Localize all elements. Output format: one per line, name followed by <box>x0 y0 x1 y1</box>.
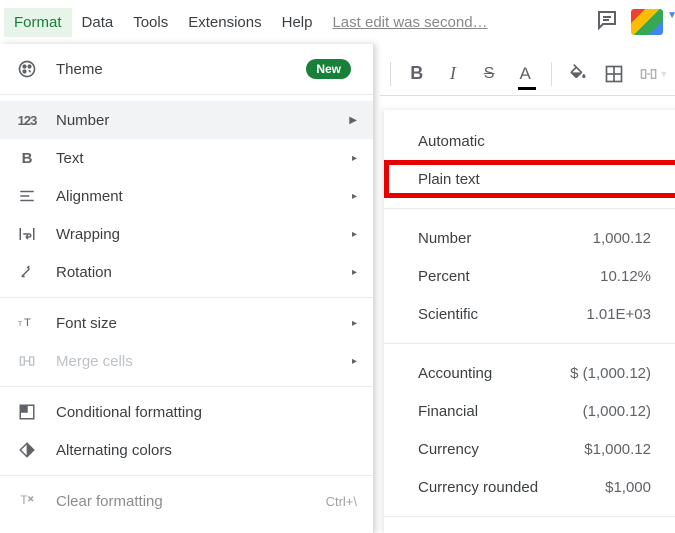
rotation-icon <box>16 263 38 281</box>
bold-icon: B <box>16 150 38 167</box>
merge-cells-button[interactable]: ▼ <box>640 60 668 88</box>
last-edit-link[interactable]: Last edit was second… <box>332 14 487 31</box>
format-theme-label: Theme <box>56 61 103 78</box>
menu-separator <box>384 208 675 209</box>
format-fontsize[interactable]: TT Font size ▸ <box>0 304 373 342</box>
menu-bar: Format Data Tools Extensions Help Last e… <box>0 0 675 44</box>
format-merge-label: Merge cells <box>56 353 133 370</box>
submenu-arrow-icon: ▸ <box>352 318 357 329</box>
format-wrapping-label: Wrapping <box>56 226 120 243</box>
submenu-arrow-icon: ▸ <box>352 267 357 278</box>
format-alternating[interactable]: Alternating colors <box>0 431 373 469</box>
toolbar-divider <box>551 62 552 86</box>
menu-separator <box>384 343 675 344</box>
format-fontsize-label: Font size <box>56 315 117 332</box>
svg-text:T: T <box>20 493 28 507</box>
theme-icon <box>16 59 38 79</box>
submenu-arrow-icon: ▶ <box>349 115 357 126</box>
account-switcher[interactable]: ▼ <box>629 4 665 40</box>
format-number[interactable]: 123 Number ▶ <box>0 101 373 139</box>
format-text-label: Text <box>56 150 84 167</box>
format-alignment[interactable]: Alignment ▸ <box>0 177 373 215</box>
svg-text:T: T <box>18 321 22 328</box>
format-clear-label: Clear formatting <box>56 493 163 510</box>
strikethrough-button[interactable]: S <box>479 60 499 88</box>
text-color-swatch <box>518 87 536 90</box>
format-alternating-label: Alternating colors <box>56 442 172 459</box>
submenu-arrow-icon: ▸ <box>352 153 357 164</box>
format-wrapping[interactable]: Wrapping ▸ <box>0 215 373 253</box>
number-currency[interactable]: Currency $1,000.12 <box>384 430 675 468</box>
number-financial[interactable]: Financial (1,000.12) <box>384 392 675 430</box>
number-scientific[interactable]: Scientific 1.01E+03 <box>384 295 675 333</box>
format-dropdown: Theme New 123 Number ▶ B Text ▸ Alignmen… <box>0 44 374 533</box>
menu-help[interactable]: Help <box>272 8 323 37</box>
menu-format[interactable]: Format <box>4 8 72 37</box>
format-rotation-label: Rotation <box>56 264 112 281</box>
chevron-down-icon: ▼ <box>667 10 675 21</box>
menu-separator <box>0 386 373 387</box>
menu-separator <box>0 475 373 476</box>
shortcut-label: Ctrl+\ <box>326 494 357 509</box>
format-number-label: Number <box>56 112 109 129</box>
number-accounting[interactable]: Accounting $ (1,000.12) <box>384 354 675 392</box>
number-icon: 123 <box>16 113 38 128</box>
menu-data[interactable]: Data <box>72 8 124 37</box>
toolbar-divider <box>390 62 391 86</box>
number-automatic[interactable]: Automatic <box>384 122 675 160</box>
menu-extensions[interactable]: Extensions <box>178 8 271 37</box>
submenu-arrow-icon: ▸ <box>352 191 357 202</box>
align-icon <box>16 187 38 205</box>
toolbar: B I S A ▼ <box>380 52 675 96</box>
conditional-icon <box>16 403 38 421</box>
fontsize-icon: TT <box>16 314 38 332</box>
number-number[interactable]: Number 1,000.12 <box>384 219 675 257</box>
chevron-down-icon: ▼ <box>659 69 668 79</box>
bold-button[interactable]: B <box>407 60 427 88</box>
format-rotation[interactable]: Rotation ▸ <box>0 253 373 291</box>
menu-tools[interactable]: Tools <box>123 8 178 37</box>
new-badge: New <box>306 59 351 79</box>
fill-color-button[interactable] <box>568 60 588 88</box>
format-merge: Merge cells ▸ <box>0 342 373 380</box>
clear-icon: T <box>16 492 38 510</box>
google-meet-icon <box>631 9 663 35</box>
submenu-arrow-icon: ▸ <box>352 229 357 240</box>
format-clear[interactable]: T Clear formatting Ctrl+\ <box>0 482 373 520</box>
text-color-button[interactable]: A <box>515 60 535 88</box>
number-percent[interactable]: Percent 10.12% <box>384 257 675 295</box>
format-alignment-label: Alignment <box>56 188 123 205</box>
svg-text:T: T <box>24 317 31 329</box>
submenu-arrow-icon: ▸ <box>352 356 357 367</box>
menu-separator <box>0 297 373 298</box>
number-submenu: Automatic Plain text Number 1,000.12 Per… <box>384 110 675 533</box>
format-conditional[interactable]: Conditional formatting <box>0 393 373 431</box>
comment-icon[interactable] <box>595 8 619 36</box>
number-currency-rounded[interactable]: Currency rounded $1,000 <box>384 468 675 506</box>
menu-separator <box>384 516 675 517</box>
borders-button[interactable] <box>604 60 624 88</box>
alternating-icon <box>16 441 38 459</box>
merge-icon <box>16 353 38 369</box>
format-conditional-label: Conditional formatting <box>56 404 202 421</box>
number-plaintext[interactable]: Plain text <box>384 160 675 198</box>
format-text[interactable]: B Text ▸ <box>0 139 373 177</box>
italic-button[interactable]: I <box>443 60 463 88</box>
wrap-icon <box>16 225 38 243</box>
format-theme[interactable]: Theme New <box>0 50 373 88</box>
menu-separator <box>0 94 373 95</box>
